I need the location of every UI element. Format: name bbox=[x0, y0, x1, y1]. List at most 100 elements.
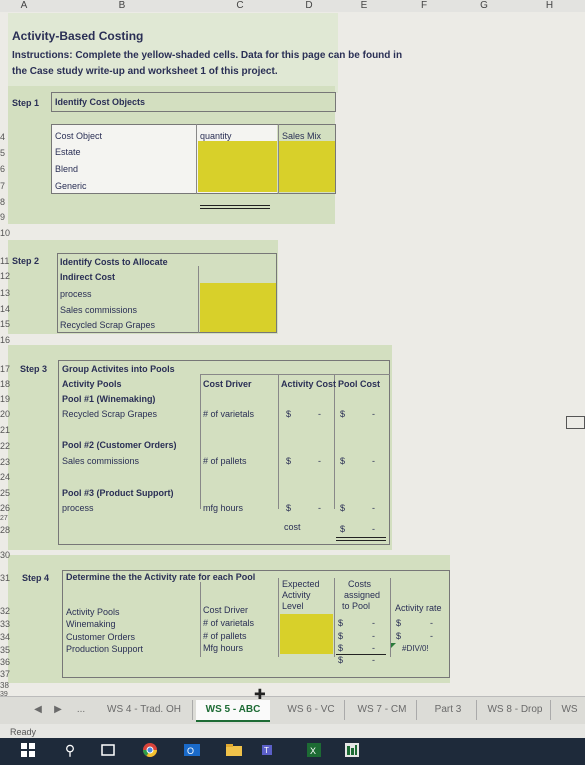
row-number[interactable]: 30 bbox=[0, 550, 14, 561]
column-header-c[interactable]: C bbox=[196, 0, 285, 12]
windows-start-icon[interactable] bbox=[18, 740, 38, 760]
teams-icon[interactable]: T bbox=[258, 740, 278, 760]
app-icon[interactable] bbox=[342, 740, 362, 760]
excel-icon[interactable]: X bbox=[304, 740, 324, 760]
step1-row-estate: Estate bbox=[55, 147, 81, 157]
tab-part3[interactable]: Part 3 bbox=[420, 700, 477, 720]
step1-divider-1 bbox=[196, 124, 197, 194]
tab-scroll-left-icon[interactable]: ◀ bbox=[30, 700, 46, 720]
step1-row-blend: Blend bbox=[55, 164, 79, 174]
step1-mix-cells[interactable] bbox=[279, 141, 335, 192]
column-header-b[interactable]: B bbox=[48, 0, 197, 12]
step4-col-costs-2: assigned bbox=[344, 590, 381, 600]
step3-pool1-pool-val: - bbox=[372, 409, 375, 419]
row-number[interactable]: 10 bbox=[0, 228, 14, 239]
step1-row-generic: Generic bbox=[55, 181, 87, 191]
step3-pool2-activity-cur: $ bbox=[286, 456, 292, 466]
tab-ws5[interactable]: WS 5 - ABC bbox=[196, 700, 270, 722]
step3-pool1-pool-cur: $ bbox=[340, 409, 346, 419]
column-header-d[interactable]: D bbox=[284, 0, 335, 12]
row-number[interactable]: 28 bbox=[0, 525, 14, 536]
row-number[interactable]: 35 bbox=[0, 645, 14, 656]
step3-col-pools: Activity Pools bbox=[62, 379, 122, 389]
step3-col-activity: Activity Cost bbox=[281, 379, 337, 389]
step3-pool3-activity-cur: $ bbox=[286, 503, 292, 513]
tab-ws6[interactable]: WS 6 - VC bbox=[278, 700, 345, 720]
column-header-g[interactable]: G bbox=[454, 0, 515, 12]
step4-activity-level-cells[interactable] bbox=[280, 614, 333, 654]
step1-label: Step 1 bbox=[12, 98, 40, 108]
svg-text:X: X bbox=[310, 746, 316, 756]
row-number[interactable]: 21 bbox=[0, 425, 14, 436]
row-number[interactable]: 19 bbox=[0, 394, 14, 405]
step4-col-expected-1: Expected bbox=[282, 579, 320, 589]
step4-col-rate: Activity rate bbox=[395, 603, 442, 613]
step4-row1-rate-cur: $ bbox=[396, 618, 402, 628]
step3-pool3-pool-val: - bbox=[372, 503, 375, 513]
step2-cost-cells[interactable] bbox=[200, 283, 276, 332]
step4-row1-cost-cur: $ bbox=[338, 618, 344, 628]
chrome-icon[interactable] bbox=[140, 740, 160, 760]
row-number[interactable]: 7 bbox=[0, 181, 10, 192]
step3-cost-label: cost bbox=[284, 522, 301, 532]
row-number[interactable]: 32 bbox=[0, 606, 14, 617]
outlook-icon[interactable]: O bbox=[182, 740, 202, 760]
row-number[interactable]: 22 bbox=[0, 441, 14, 452]
row-number[interactable]: 14 bbox=[0, 304, 14, 315]
instructions-line-2: the Case study write-up and worksheet 1 … bbox=[12, 66, 278, 77]
row-number[interactable]: 5 bbox=[0, 148, 10, 159]
row-number[interactable]: 37 bbox=[0, 669, 14, 680]
step4-total-line bbox=[336, 654, 386, 655]
step4-row2-rate-val: - bbox=[430, 631, 433, 641]
step3-header-line bbox=[200, 374, 390, 375]
tab-ws4[interactable]: WS 4 - Trad. OH bbox=[96, 700, 193, 720]
row-number[interactable]: 27 bbox=[0, 513, 14, 524]
row-number[interactable]: 16 bbox=[0, 335, 14, 346]
row-number[interactable]: 20 bbox=[0, 409, 14, 420]
column-header-a[interactable]: A bbox=[0, 0, 49, 12]
step3-total-line bbox=[336, 537, 386, 538]
row-number[interactable]: 9 bbox=[0, 212, 10, 223]
row-number[interactable]: 11 bbox=[0, 256, 14, 267]
step3-pool3-pool-cur: $ bbox=[340, 503, 346, 513]
step4-row2-rate-cur: $ bbox=[396, 631, 402, 641]
step4-col-expected-2: Activity bbox=[282, 590, 311, 600]
row-number[interactable]: 8 bbox=[0, 197, 10, 208]
file-explorer-icon[interactable] bbox=[224, 740, 244, 760]
tab-ws9[interactable]: WS bbox=[554, 700, 585, 720]
step4-row2-cost-cur: $ bbox=[338, 631, 344, 641]
column-header-h[interactable]: H bbox=[514, 0, 585, 12]
row-number[interactable]: 33 bbox=[0, 619, 14, 630]
task-view-icon[interactable] bbox=[98, 740, 118, 760]
row-number[interactable]: 34 bbox=[0, 632, 14, 643]
step1-quantity-cells[interactable] bbox=[198, 141, 277, 192]
row-number[interactable]: 24 bbox=[0, 472, 14, 483]
column-header-f[interactable]: F bbox=[394, 0, 455, 12]
row-number[interactable]: 25 bbox=[0, 488, 14, 499]
step4-col-driver: Cost Driver bbox=[203, 605, 249, 615]
row-number[interactable]: 18 bbox=[0, 379, 14, 390]
row-number[interactable]: 31 bbox=[0, 573, 14, 584]
row-number[interactable]: 15 bbox=[0, 319, 14, 330]
row-number[interactable]: 36 bbox=[0, 657, 14, 668]
row-number[interactable]: 17 bbox=[0, 364, 14, 375]
row-number[interactable]: 23 bbox=[0, 457, 14, 468]
tab-ws8[interactable]: WS 8 - Drop bbox=[480, 700, 551, 720]
step3-divider-1 bbox=[200, 374, 201, 509]
status-bar bbox=[0, 724, 585, 738]
plus-cursor-icon: ✚ bbox=[254, 686, 266, 702]
svg-text:O: O bbox=[187, 746, 194, 756]
row-number[interactable]: 13 bbox=[0, 288, 14, 299]
row-number[interactable]: 12 bbox=[0, 271, 14, 282]
selected-cell[interactable] bbox=[566, 416, 585, 429]
search-icon[interactable]: ⚲ bbox=[60, 740, 80, 760]
step4-row1-pool: Winemaking bbox=[66, 619, 116, 629]
column-header-e[interactable]: E bbox=[334, 0, 395, 12]
tab-more[interactable]: ... bbox=[72, 700, 90, 720]
tab-scroll-right-icon[interactable]: ▶ bbox=[50, 700, 66, 720]
step1-total-line bbox=[200, 205, 270, 206]
row-number[interactable]: 4 bbox=[0, 132, 10, 143]
tab-ws7[interactable]: WS 7 - CM bbox=[348, 700, 417, 720]
step3-pool2-driver: # of pallets bbox=[203, 456, 247, 466]
row-number[interactable]: 6 bbox=[0, 164, 10, 175]
